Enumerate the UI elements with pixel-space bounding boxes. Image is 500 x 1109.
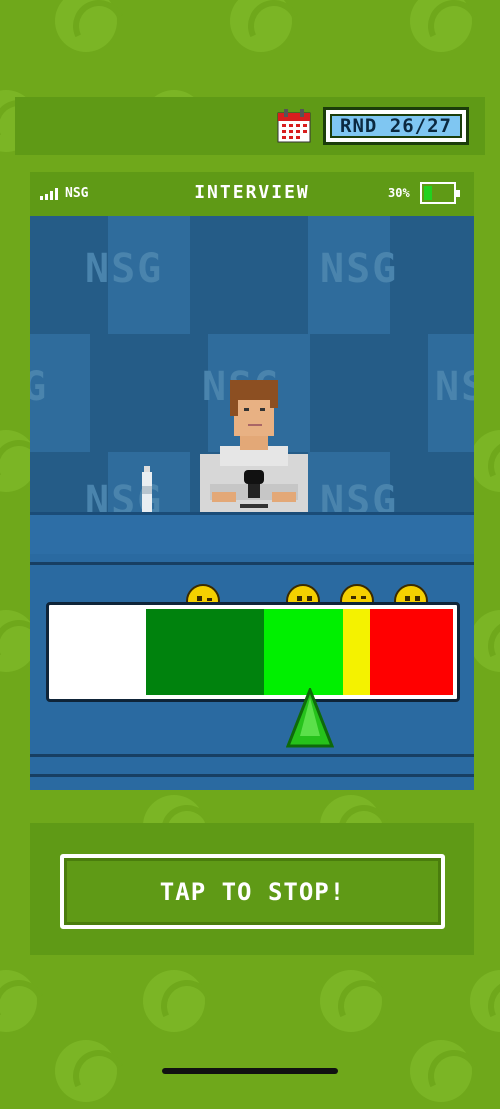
status-bar: NSG INTERVIEW 30% [30,172,474,216]
backdrop-logo: NSG [435,364,474,410]
meter-segment-yellow [342,609,371,695]
battery-fill [424,186,432,200]
meter-segment-white [53,609,146,695]
desk-top [30,512,474,557]
water-bottle-icon [142,466,152,512]
player-avatar [200,380,308,514]
tap-to-stop-button[interactable]: TAP TO STOP! [60,854,445,929]
interview-panel: NSG INTERVIEW 30% NSG NSG NSG NSG NSG NS… [30,172,474,790]
interview-scene: NSG NSG NSG NSG NSG NSG NSG [30,216,474,790]
backdrop-logo: NSG [30,364,49,410]
home-indicator[interactable] [162,1068,338,1074]
backdrop-logo: NSG [320,246,399,292]
meter-pointer [286,688,334,748]
backdrop-logo: NSG [85,246,164,292]
meter-segment-dark-green [145,609,264,695]
battery-percent: 30% [388,186,410,200]
round-counter: RND 26/27 [323,107,469,145]
meter-segment-red [370,609,454,695]
reaction-meter [46,602,460,702]
calendar-icon[interactable] [276,108,312,144]
battery-icon [420,182,460,204]
meter-segment-light-green [263,609,343,695]
round-label: RND 26/27 [330,114,462,138]
